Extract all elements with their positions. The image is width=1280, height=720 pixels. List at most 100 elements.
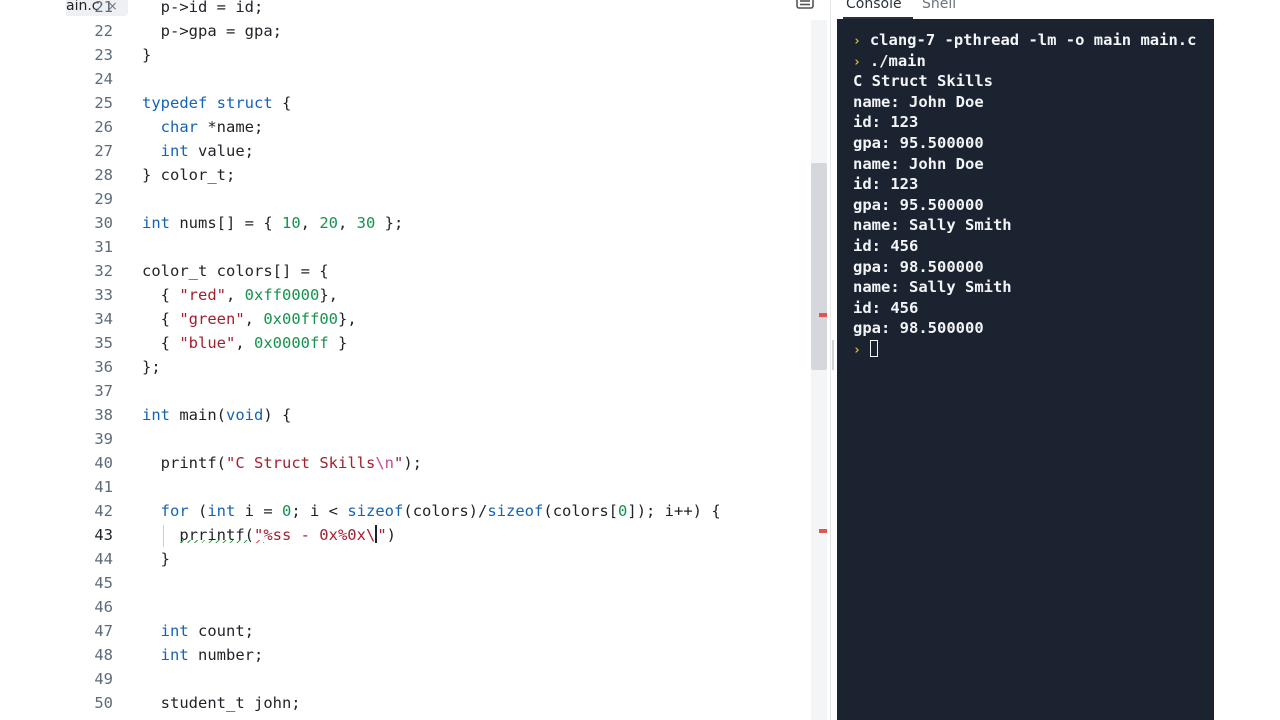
code-text[interactable]: student_t john; bbox=[142, 691, 301, 715]
code-line[interactable]: 23} bbox=[66, 43, 830, 67]
code-text[interactable]: int number; bbox=[142, 643, 264, 667]
code-line[interactable]: 35 { "blue", 0x0000ff } bbox=[66, 331, 830, 355]
code-line[interactable]: 46 bbox=[66, 595, 830, 619]
code-text[interactable]: int value; bbox=[142, 139, 254, 163]
code-line[interactable]: 31 bbox=[66, 235, 830, 259]
code-line[interactable]: 42 for (int i = 0; i < sizeof(colors)/si… bbox=[66, 499, 830, 523]
code-line[interactable]: 25 typedef struct { bbox=[66, 91, 830, 115]
code-line[interactable]: 26 char *name; bbox=[66, 115, 830, 139]
console-output: › clang-7 -pthread -lm -o main main.c › ./m… bbox=[853, 30, 1196, 360]
code-text[interactable]: p->id = id; bbox=[142, 0, 264, 19]
code-line[interactable]: 47 int count; bbox=[66, 619, 830, 643]
left-margin bbox=[0, 0, 66, 720]
code-line[interactable]: 50 student_t john; bbox=[66, 691, 830, 715]
code-token: "%ss - 0x%0x\ bbox=[253, 526, 376, 544]
code-text[interactable]: int nums[] = { 10, 20, 30 }; bbox=[142, 211, 403, 235]
console-text: id: 456 bbox=[853, 236, 919, 255]
code-token: int bbox=[160, 646, 189, 664]
tab-console[interactable]: Console bbox=[846, 0, 902, 14]
code-line[interactable]: 27 int value; bbox=[66, 139, 830, 163]
code-text[interactable]: } bbox=[142, 547, 170, 571]
line-number: 41 bbox=[94, 478, 113, 496]
code-text[interactable]: char *name; bbox=[142, 115, 264, 139]
line-number: 21 bbox=[94, 0, 113, 16]
code-line[interactable]: 39 bbox=[66, 427, 830, 451]
code-line[interactable]: 36}; bbox=[66, 355, 830, 379]
code-line[interactable]: 34 { "green", 0x00ff00}, bbox=[66, 307, 830, 331]
line-number: 38 bbox=[94, 406, 113, 424]
code-line[interactable]: 38 int main(void) { bbox=[66, 403, 830, 427]
code-line[interactable]: 21 p->id = id; bbox=[66, 0, 830, 19]
code-line[interactable]: 24 bbox=[66, 67, 830, 91]
code-line[interactable]: 29 bbox=[66, 187, 830, 211]
console-pane[interactable]: Console Shell › clang-7 -pthread -lm -o m… bbox=[837, 0, 1214, 720]
line-number: 46 bbox=[94, 598, 113, 616]
indent-guide bbox=[163, 525, 164, 547]
line-number: 24 bbox=[94, 70, 113, 88]
right-margin bbox=[1214, 0, 1280, 720]
code-text[interactable]: }; bbox=[142, 355, 161, 379]
code-token: void bbox=[226, 406, 264, 424]
code-token: , bbox=[235, 334, 254, 352]
code-line[interactable]: 37 bbox=[66, 379, 830, 403]
code-text[interactable]: p->gpa = gpa; bbox=[142, 19, 282, 43]
console-text: id: 123 bbox=[853, 113, 919, 132]
console-output-line: gpa: 98.500000 bbox=[853, 257, 1196, 278]
code-line[interactable]: 32 color_t colors[] = { bbox=[66, 259, 830, 283]
code-token: i = bbox=[235, 502, 283, 520]
code-token: ) { bbox=[263, 406, 292, 424]
code-token: printf( bbox=[142, 454, 226, 472]
code-token: int bbox=[207, 502, 236, 520]
code-text[interactable]: } bbox=[142, 43, 151, 67]
code-token: typedef bbox=[142, 94, 208, 112]
line-number: 27 bbox=[94, 142, 113, 160]
code-token: p->id = id; bbox=[142, 0, 264, 16]
line-number: 34 bbox=[94, 310, 113, 328]
code-text[interactable]: int main(void) { bbox=[142, 403, 291, 427]
code-line[interactable]: 30 int nums[] = { 10, 20, 30 }; bbox=[66, 211, 830, 235]
code-token: ) bbox=[386, 526, 396, 544]
editor-scrollbar-track[interactable] bbox=[811, 20, 827, 720]
code-token: int bbox=[142, 214, 170, 232]
code-text[interactable]: { "green", 0x00ff00}, bbox=[142, 307, 357, 331]
code-line[interactable]: 45 bbox=[66, 571, 830, 595]
code-token: 0 bbox=[618, 502, 628, 520]
code-line[interactable]: 22 p->gpa = gpa; bbox=[66, 19, 830, 43]
code-text[interactable]: for (int i = 0; i < sizeof(colors)/sizeo… bbox=[142, 499, 721, 523]
editor-scrollbar-thumb[interactable] bbox=[811, 163, 827, 370]
code-token: { bbox=[272, 94, 292, 112]
code-text[interactable]: { "red", 0xff0000}, bbox=[142, 283, 338, 307]
console-text: name: Sally Smith bbox=[853, 216, 1012, 235]
code-text[interactable]: color_t colors[] = { bbox=[142, 259, 329, 283]
code-text[interactable]: printf("C Struct Skills\n"); bbox=[142, 451, 422, 475]
code-line[interactable]: 44 } bbox=[66, 547, 830, 571]
error-marker bbox=[819, 529, 827, 533]
code-text[interactable]: int count; bbox=[142, 619, 254, 643]
code-line[interactable]: 40 printf("C Struct Skills\n"); bbox=[66, 451, 830, 475]
console-output-line: id: 456 bbox=[853, 236, 1196, 257]
terminal-cursor[interactable] bbox=[869, 339, 878, 357]
pane-resize-handle[interactable] bbox=[832, 340, 834, 370]
line-number: 37 bbox=[94, 382, 113, 400]
code-line[interactable]: 49 bbox=[66, 667, 830, 691]
code-token: color_t colors[] = { bbox=[142, 262, 329, 280]
code-token: { bbox=[142, 286, 180, 304]
code-text[interactable]: prrintf("%ss - 0x%0x\ ") bbox=[142, 523, 396, 547]
code-line[interactable]: 28} color_t; bbox=[66, 163, 830, 187]
code-text[interactable]: } color_t; bbox=[142, 163, 235, 187]
code-token: 30 bbox=[356, 214, 376, 232]
code-token: "green" bbox=[179, 310, 245, 328]
code-token: ); bbox=[403, 454, 422, 472]
code-text[interactable]: { "blue", 0x0000ff } bbox=[142, 331, 348, 355]
code-line[interactable]: 43 prrintf("%ss - 0x%0x\ ") bbox=[66, 523, 830, 547]
tab-shell[interactable]: Shell bbox=[922, 0, 956, 14]
code-token: }; bbox=[142, 358, 161, 376]
code-line[interactable]: 41 bbox=[66, 475, 830, 499]
code-text[interactable]: typedef struct { bbox=[142, 91, 291, 115]
code-editor[interactable]: ain.c × 21 p->id = id; 22 p->gpa = gpa; 23… bbox=[66, 0, 830, 720]
code-token: ]); i++) { bbox=[627, 502, 721, 520]
line-number: 23 bbox=[94, 46, 113, 64]
code-line[interactable]: 48 int number; bbox=[66, 643, 830, 667]
code-line[interactable]: 33 { "red", 0xff0000}, bbox=[66, 283, 830, 307]
